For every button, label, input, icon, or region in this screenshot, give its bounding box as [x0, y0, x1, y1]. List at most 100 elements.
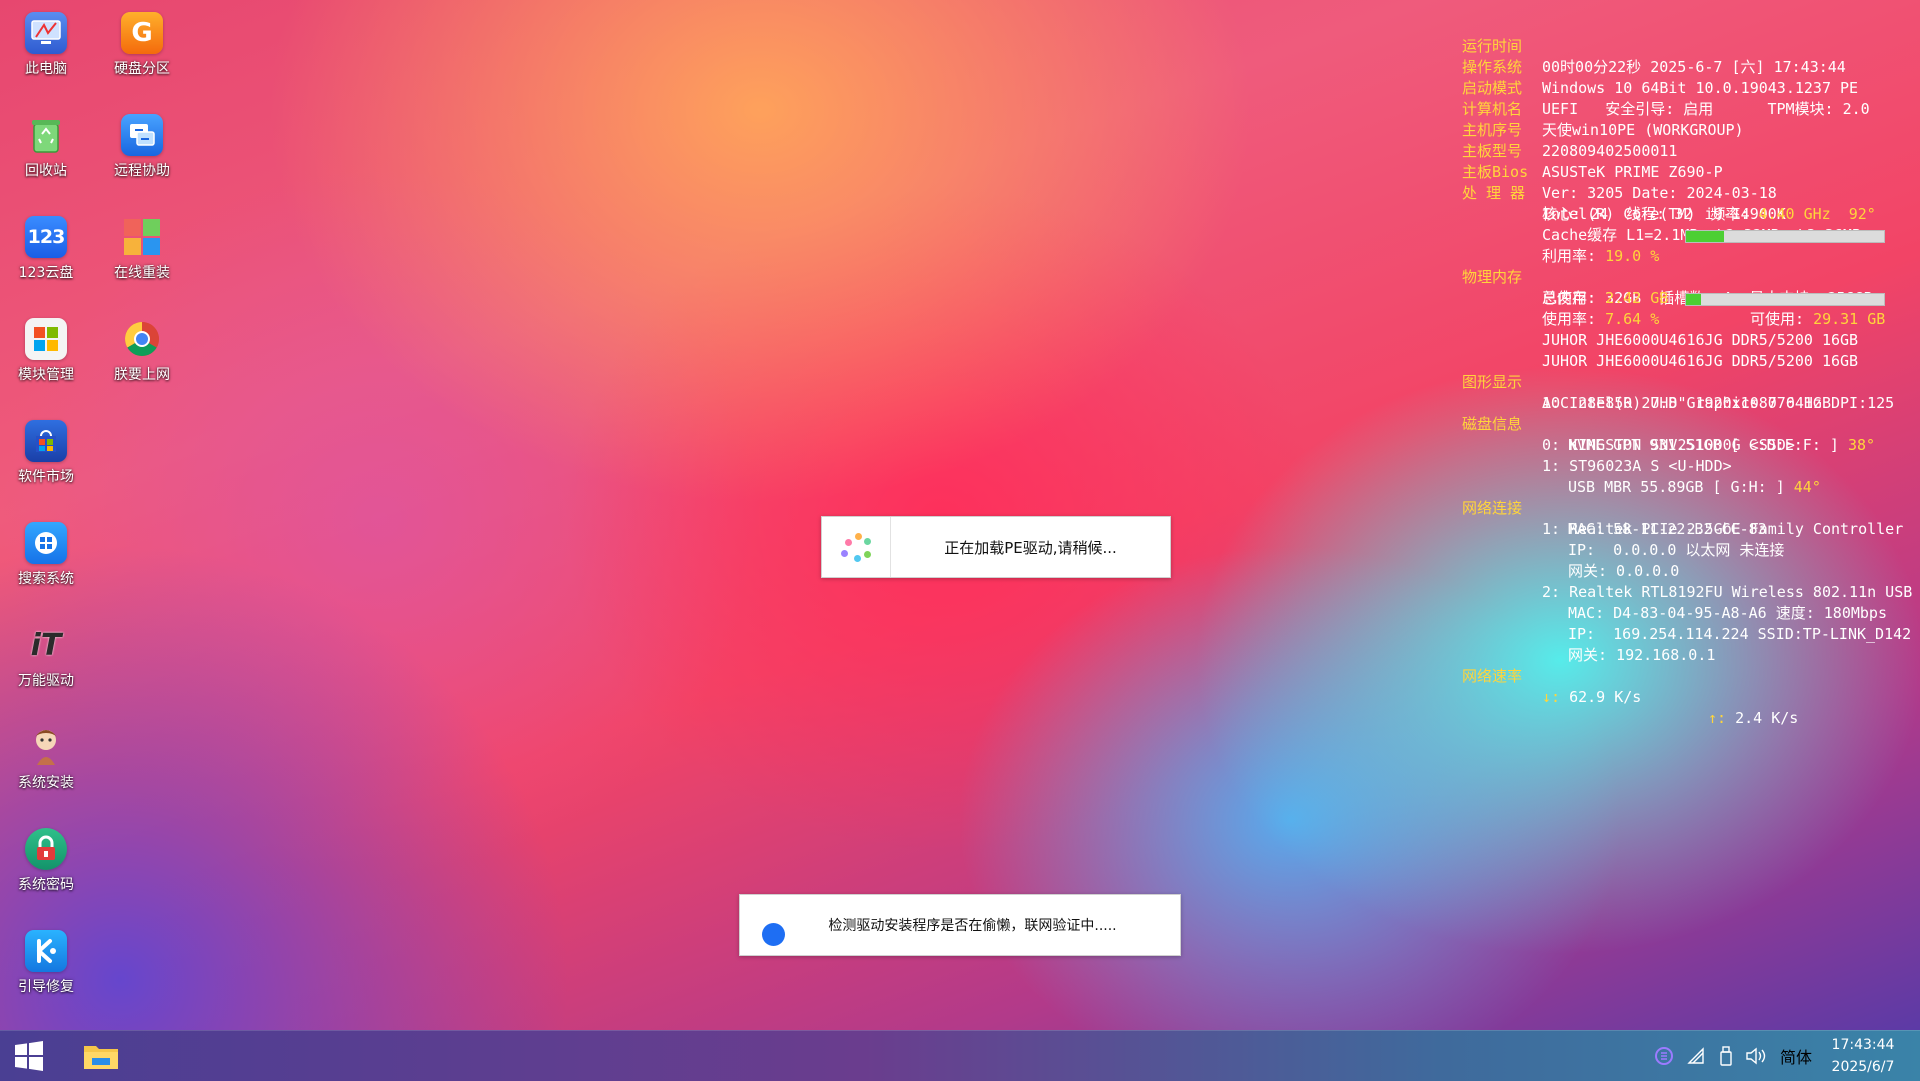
desktop-icon-this-pc[interactable]: 此电脑 [0, 6, 92, 98]
cloud-123-icon: 123 [25, 216, 67, 258]
desktop-icon-label: 硬盘分区 [114, 61, 170, 77]
info-row-cpu: 处 理 器 Intel(R) Core(TM) i9-14900K [1462, 162, 1918, 223]
computer-icon [25, 12, 67, 54]
ime-status-icon[interactable] [1652, 1044, 1676, 1068]
desktop-icon-module-manager[interactable]: 模块管理 [0, 312, 92, 404]
desktop-icon-universal-driver[interactable]: iT 万能驱动 [0, 618, 92, 710]
info-row-net2: 2: Realtek RTL8192FU Wireless 802.11n US… [1462, 561, 1918, 601]
desktop-icon-cloud-123[interactable]: 123 123云盘 [0, 210, 92, 302]
spinner-dot [864, 538, 871, 545]
spinner-dot [841, 550, 848, 557]
desktop-icon-system-install[interactable]: 系统安装 [0, 720, 92, 812]
chrome-icon [121, 318, 163, 360]
desktop-icon-label: 回收站 [25, 163, 67, 179]
info-row-mem-usage: 使用率: 7.64 % [1462, 288, 1918, 328]
info-row-net-speed: 网络速率 ↓: 62.9 K/s ↑: 2.4 K/s [1462, 645, 1918, 727]
folder-icon [84, 1046, 118, 1069]
file-explorer-button[interactable] [78, 1031, 124, 1081]
info-value-up: ↑: 2.4 K/s [1708, 708, 1798, 729]
desktop-icon-software-market[interactable]: 软件市场 [0, 414, 92, 506]
info-row-net2-gw: 网关: 192.168.0.1 [1462, 624, 1918, 664]
start-button[interactable] [0, 1031, 58, 1081]
desktop-icon-label: 系统安装 [18, 775, 74, 791]
upload-speed: 2.4 K/s [1735, 709, 1799, 727]
boot-repair-icon [25, 930, 67, 972]
desktop-icon-label: 此电脑 [25, 61, 67, 77]
info-row-serial: 主机序号 220809402500011 [1462, 99, 1918, 160]
language-indicator[interactable]: 简体 [1780, 1044, 1812, 1068]
loading-spinner-icon [822, 517, 891, 577]
verify-message: 检测驱动安装程序是否在偷懒，联网验证中..... [828, 918, 1117, 934]
universal-driver-icon: iT [30, 627, 62, 663]
desktop-icon-recycle-bin[interactable]: 回收站 [0, 108, 92, 200]
spinner-dot [854, 555, 861, 562]
info-row-gpu-card: 1: Intel(R) UHD Graphics 770 1GB [1462, 372, 1918, 412]
cpu-usage-bar-fill [1686, 231, 1724, 242]
search-system-icon [25, 522, 67, 564]
mascot-icon [25, 726, 67, 768]
desktop-icon-disk-partition[interactable]: G 硬盘分区 [96, 6, 188, 98]
info-row-hostname: 计算机名 天使win10PE (WORKGROUP) [1462, 78, 1918, 139]
desktop-icon-label: 软件市场 [18, 469, 74, 485]
desktop-icon-system-password[interactable]: 系统密码 [0, 822, 92, 914]
remote-assist-icon [121, 114, 163, 156]
info-row-boot: 启动模式 UEFI 安全引导: 启用 TPM模块: 2.0 [1462, 57, 1918, 118]
info-row-os: 操作系统 Windows 10 64Bit 10.0.19043.1237 PE [1462, 36, 1918, 97]
progress-dot-icon [762, 922, 785, 946]
info-row-cpu-cache: Cache缓存 L1=2.1MB L2=32MB L3=36MB [1462, 204, 1918, 244]
info-row-net1: 网络连接 1: Realtek PCIe 2.5GbE Family Contr… [1462, 477, 1918, 538]
software-market-icon [25, 420, 67, 462]
desktop-icon-remote-assist[interactable]: 远程协助 [96, 108, 188, 200]
loading-message: 正在加载PE驱动,请稍候... [944, 538, 1117, 557]
download-arrow-icon: ↓: [1542, 688, 1561, 706]
desktop: 此电脑 G 硬盘分区 回收站 远程协助 123 123云盘 在线重装 模块管理 … [0, 0, 1920, 1030]
lock-icon [25, 828, 67, 870]
desktop-icon-label: 朕要上网 [114, 367, 170, 383]
info-row-disk0: 磁盘信息 0: KINGSTON SNV2S1000G <SSD> [1462, 393, 1918, 454]
info-row-net1-mac: MAC: 58-11-22-B2-CC-83 [1462, 498, 1918, 538]
spinner-dot [845, 539, 852, 546]
module-manager-icon [25, 318, 67, 360]
info-row-uptime: 运行时间 00时00分22秒 2025-6-7 [六] 17:43:44 [1462, 15, 1918, 76]
desktop-icon-label: 模块管理 [18, 367, 74, 383]
spinner-dot [855, 533, 862, 540]
desktop-icon-label: 引导修复 [18, 979, 74, 995]
info-row-cpu-detail: 核心: 24 线程: 32 频率: 4.40 GHz 92° [1462, 183, 1918, 223]
volume-icon[interactable] [1744, 1044, 1768, 1068]
info-row-mem-slot2: JUHOR JHE6000U4616JG DDR5/5200 16GB [1462, 330, 1918, 370]
system-tray: 简体 [1652, 1031, 1812, 1081]
clock-time: 17:43:44 [1831, 1037, 1895, 1053]
desktop-icon-online-reinstall[interactable]: 在线重装 [96, 210, 188, 302]
verify-driver-dialog: 检测驱动安装程序是否在偷懒，联网验证中..... [739, 894, 1181, 956]
info-row-disk1-detail: USB MBR 55.89GB [ G:H: ] 44° [1462, 456, 1918, 496]
desktop-icon-browser[interactable]: 朕要上网 [96, 312, 188, 404]
info-row-net2-mac: MAC: D4-83-04-95-A8-A6 速度: 180Mbps [1462, 582, 1918, 622]
upload-arrow-icon: ↑: [1708, 709, 1727, 727]
clock-date: 2025/6/7 [1831, 1059, 1895, 1075]
cpu-usage-bar [1685, 230, 1885, 243]
download-speed: 62.9 K/s [1569, 688, 1642, 706]
spinner-dot [864, 551, 871, 558]
desktop-icon-label: 万能驱动 [18, 673, 74, 689]
info-label-speed: 网络速率 [1462, 667, 1523, 685]
desktop-icon-label: 123云盘 [18, 265, 74, 281]
online-reinstall-icon [121, 216, 163, 258]
taskbar: 简体 17:43:44 2025/6/7 [0, 1030, 1920, 1081]
loading-driver-dialog: 正在加载PE驱动,请稍候... [821, 516, 1171, 578]
info-row-board: 主板型号 ASUSTeK PRIME Z690-P [1462, 120, 1918, 181]
windows-logo-icon [15, 1041, 43, 1071]
desktop-icon-search-system[interactable]: 搜索系统 [0, 516, 92, 608]
mem-usage-bar [1685, 293, 1885, 306]
info-row-mem-slot1: JUHOR JHE6000U4616JG DDR5/5200 16GB [1462, 309, 1918, 349]
desktop-icon-label: 在线重装 [114, 265, 170, 281]
system-info-panel: 运行时间 00时00分22秒 2025-6-7 [六] 17:43:44 操作系… [1462, 15, 1918, 727]
disk-partition-icon: G [121, 12, 163, 54]
taskbar-clock[interactable]: 17:43:44 2025/6/7 [1818, 1034, 1908, 1078]
desktop-icon-label: 搜索系统 [18, 571, 74, 587]
usb-device-icon[interactable] [1714, 1044, 1738, 1068]
recycle-bin-icon [25, 114, 67, 156]
desktop-icon-boot-repair[interactable]: 引导修复 [0, 924, 92, 1016]
network-icon[interactable] [1684, 1044, 1708, 1068]
info-row-cpu-usage: 利用率: 19.0 % [1462, 225, 1918, 265]
info-row-net1-ip: IP: 0.0.0.0 以太网 未连接 [1462, 519, 1918, 559]
